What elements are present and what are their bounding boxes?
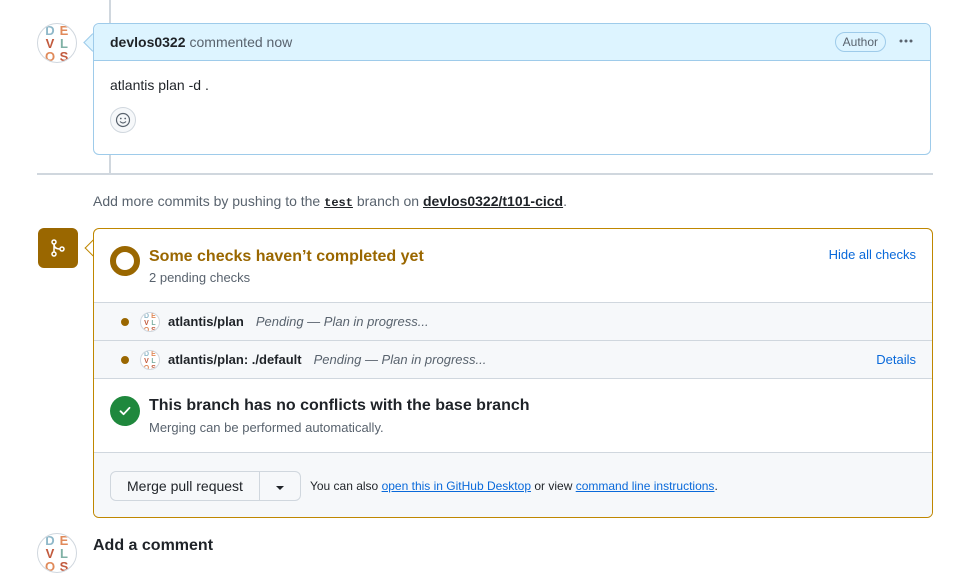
hide-all-checks-link[interactable]: Hide all checks <box>829 247 916 262</box>
also-suffix: . <box>714 479 718 493</box>
avatar-letter: S <box>151 364 156 370</box>
git-merge-icon <box>38 228 78 268</box>
smiley-icon[interactable] <box>110 107 136 133</box>
avatar-letter: S <box>151 326 156 332</box>
checks-subtitle: 2 pending checks <box>149 270 251 285</box>
merge-pull-request-button[interactable]: Merge pull request <box>111 472 260 500</box>
comment-box: devlos0322 commented now Author atlantis… <box>93 23 931 155</box>
check-status: Pending — Plan in progress... <box>255 314 429 329</box>
avatar-letter: D <box>143 350 150 358</box>
push-note: Add more commits by pushing to the test … <box>93 193 567 210</box>
check-status: Pending — Plan in progress... <box>313 352 487 367</box>
push-note-prefix: Add more commits by pushing to the <box>93 193 321 209</box>
pending-dot-icon <box>121 317 129 326</box>
merge-button-group: Merge pull request <box>110 471 301 501</box>
avatar-letter: S <box>59 49 69 63</box>
avatar: D E V L O S <box>140 311 160 332</box>
avatar-letter: E <box>151 312 156 320</box>
avatar-letter: O <box>143 326 150 332</box>
avatar-letter: O <box>44 49 56 63</box>
comment-timestamp[interactable]: commented now <box>190 34 293 50</box>
avatar-letter: S <box>59 559 69 573</box>
also-prefix: You can also <box>309 479 379 493</box>
checks-summary: Some checks haven’t completed yet 2 pend… <box>94 229 932 303</box>
avatar-letter: O <box>44 559 56 573</box>
avatar-letter: V <box>45 546 55 561</box>
branch-name-link[interactable]: test <box>324 196 353 210</box>
avatar: D E V L O S <box>140 349 160 370</box>
push-note-suffix: . <box>563 193 567 209</box>
avatar-letter: L <box>151 357 156 365</box>
check-row: D E V L O S atlantis/plan: ./default Pen… <box>94 341 932 379</box>
avatar-letter: V <box>144 357 149 365</box>
avatar-letter: V <box>144 319 149 327</box>
avatar[interactable]: D E V L O S <box>37 23 77 63</box>
avatar-letter: L <box>60 546 68 561</box>
no-conflicts-subtitle: Merging can be performed automatically. <box>149 420 384 435</box>
no-conflicts-section: This branch has no conflicts with the ba… <box>94 379 932 453</box>
comment-text: atlantis plan -d . <box>110 77 209 93</box>
merge-method-dropdown[interactable] <box>260 472 300 500</box>
timeline-line <box>109 155 111 173</box>
merge-actions: Merge pull request You can also open thi… <box>94 453 932 517</box>
avatar-letter: O <box>143 364 150 370</box>
merge-box: Some checks haven’t completed yet 2 pend… <box>93 228 933 518</box>
timeline-divider <box>37 173 933 175</box>
timeline-line <box>109 0 111 23</box>
author-badge: Author <box>834 32 886 52</box>
avatar-letter: E <box>151 350 156 358</box>
or-view-text: or view <box>534 479 573 493</box>
avatar-letter: E <box>59 533 69 548</box>
pending-status-icon <box>110 246 140 276</box>
merge-alternatives-text: You can also open this in GitHub Desktop… <box>310 479 718 493</box>
check-name: atlantis/plan <box>168 314 244 329</box>
add-comment-heading: Add a comment <box>93 537 214 554</box>
comment-header: devlos0322 commented now Author <box>94 24 930 61</box>
command-line-instructions-link[interactable]: command line instructions <box>576 479 715 493</box>
check-circle-icon <box>110 396 140 426</box>
avatar[interactable]: D E V L O S <box>37 533 77 573</box>
check-details-link[interactable]: Details <box>876 352 916 367</box>
repo-link[interactable]: devlos0322/t101-cicd <box>423 193 563 209</box>
kebab-horizontal-icon[interactable] <box>898 33 914 52</box>
check-name: atlantis/plan: ./default <box>168 352 302 367</box>
avatar-letter: D <box>45 533 55 548</box>
pending-dot-icon <box>121 355 129 364</box>
triangle-down-icon <box>275 478 285 494</box>
github-desktop-link[interactable]: open this in GitHub Desktop <box>382 479 531 493</box>
avatar-letter: D <box>143 312 150 320</box>
comment-body: atlantis plan -d . <box>94 61 930 133</box>
check-row: D E V L O S atlantis/plan Pending — Plan… <box>94 303 932 341</box>
comment-author-link[interactable]: devlos0322 <box>110 34 186 50</box>
checks-title: Some checks haven’t completed yet <box>149 248 424 265</box>
avatar-letter: L <box>151 319 156 327</box>
no-conflicts-title: This branch has no conflicts with the ba… <box>149 397 530 414</box>
push-note-middle: branch on <box>356 193 420 209</box>
